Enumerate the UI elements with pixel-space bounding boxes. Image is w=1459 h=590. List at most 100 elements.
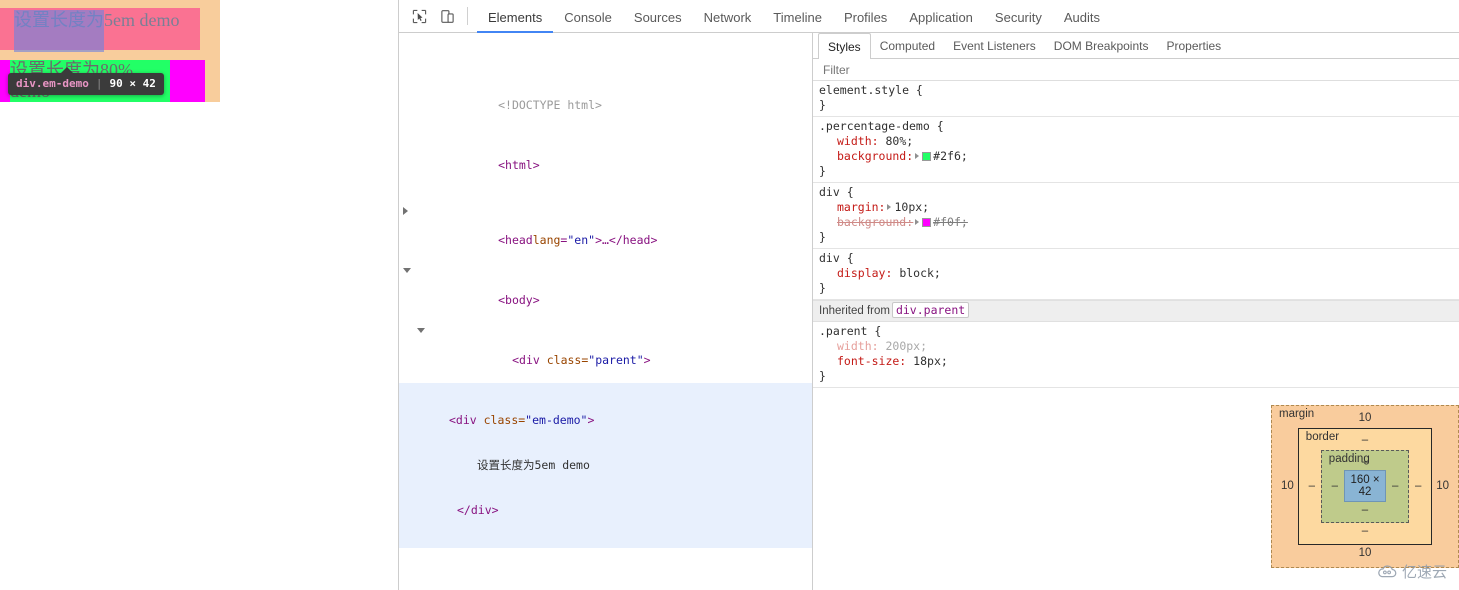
border-bottom-value[interactable]: – bbox=[1307, 523, 1423, 537]
device-toolbar-icon[interactable] bbox=[433, 3, 461, 29]
declaration-width-inherited[interactable]: width: 200px; bbox=[819, 339, 1459, 354]
css-rule-div-useragent[interactable]: div { display: block; } bbox=[813, 249, 1459, 300]
margin-right-value[interactable]: 10 bbox=[1436, 480, 1449, 492]
expand-triangle-icon[interactable] bbox=[915, 219, 920, 225]
dom-row-doctype[interactable]: <!DOCTYPE html> bbox=[399, 83, 812, 112]
padding-label: padding bbox=[1328, 453, 1370, 465]
prop-value: 18px; bbox=[906, 354, 948, 368]
rule-close-brace: } bbox=[819, 230, 826, 244]
inherited-from-header: Inherited from div.parent bbox=[813, 300, 1459, 322]
margin-left-value[interactable]: 10 bbox=[1281, 480, 1294, 492]
chevron-down-icon[interactable] bbox=[417, 328, 425, 333]
dom-row-html-open[interactable]: <html> bbox=[399, 143, 812, 172]
expand-triangle-icon[interactable] bbox=[915, 153, 920, 159]
tab-console[interactable]: Console bbox=[553, 1, 623, 33]
expand-triangle-icon[interactable] bbox=[887, 204, 892, 210]
devtools-tabs: Elements Console Sources Network Timelin… bbox=[477, 0, 1111, 33]
prop-value: #f0f; bbox=[933, 215, 968, 229]
watermark-text: 亿速云 bbox=[1401, 564, 1447, 581]
declaration-width[interactable]: width: 80%; bbox=[819, 134, 1459, 149]
tab-dom-breakpoints[interactable]: DOM Breakpoints bbox=[1045, 33, 1158, 58]
rule-close-brace: } bbox=[819, 98, 826, 112]
margin-bottom-value[interactable]: 10 bbox=[1281, 545, 1449, 559]
padding-right-value[interactable]: – bbox=[1390, 480, 1400, 492]
border-left-value[interactable]: – bbox=[1307, 480, 1317, 492]
prop-value: 80%; bbox=[878, 134, 914, 148]
chevron-right-icon[interactable] bbox=[403, 207, 408, 215]
tab-computed[interactable]: Computed bbox=[871, 33, 944, 58]
tab-properties[interactable]: Properties bbox=[1157, 33, 1230, 58]
em-close-tag: </div> bbox=[457, 503, 499, 517]
dom-row-head[interactable]: <headlang="en">…</head> bbox=[399, 203, 812, 247]
rule-close-brace: } bbox=[819, 369, 826, 383]
prop-value: block; bbox=[892, 266, 941, 280]
parent-class-attr: class= bbox=[546, 353, 589, 367]
css-rule-div-margin[interactable]: div { margin: 10px; background: #f0f; } bbox=[813, 183, 1459, 249]
padding-bottom-value[interactable]: – bbox=[1330, 502, 1400, 516]
highlight-dimensions: 90 × 42 bbox=[109, 77, 156, 90]
tab-network[interactable]: Network bbox=[693, 1, 763, 33]
prop-name: width: bbox=[837, 134, 879, 148]
declaration-background[interactable]: background: #2f6; bbox=[819, 149, 1459, 164]
declaration-background-overridden[interactable]: background: #f0f; bbox=[819, 215, 1459, 230]
devtools-panel: Elements Console Sources Network Timelin… bbox=[398, 0, 1459, 590]
styles-tabbar: Styles Computed Event Listeners DOM Brea… bbox=[813, 33, 1459, 59]
prop-value: 200px; bbox=[878, 339, 928, 353]
inherited-source-chip[interactable]: div.parent bbox=[891, 302, 970, 318]
head-lang-value: "en" bbox=[567, 233, 596, 247]
tab-audits[interactable]: Audits bbox=[1053, 1, 1111, 33]
border-right-value[interactable]: – bbox=[1413, 480, 1423, 492]
margin-label: margin bbox=[1279, 408, 1315, 420]
em-class-value: "em-demo" bbox=[525, 413, 588, 427]
declaration-display[interactable]: display: block; bbox=[819, 266, 1459, 281]
box-model-content[interactable]: 160 × 42 bbox=[1343, 470, 1387, 502]
tab-profiles[interactable]: Profiles bbox=[833, 1, 898, 33]
tab-sources[interactable]: Sources bbox=[623, 1, 693, 33]
tab-styles[interactable]: Styles bbox=[818, 33, 871, 59]
box-model-padding[interactable]: padding – – 160 × 42 – – bbox=[1320, 450, 1410, 523]
inherited-label: Inherited from bbox=[819, 305, 890, 317]
dom-tree-panel: <!DOCTYPE html> <html> <headlang="en">…<… bbox=[399, 33, 813, 590]
chevron-down-icon[interactable] bbox=[403, 268, 411, 273]
parent-open-tag: <div bbox=[512, 353, 547, 367]
declaration-font-size[interactable]: font-size: 18px; bbox=[819, 354, 1459, 369]
prop-name: font-size: bbox=[837, 354, 907, 368]
prop-value: #2f6; bbox=[933, 149, 968, 163]
styles-filter-bar bbox=[813, 59, 1459, 81]
page-viewport: 设置长度为80% demo 设置长度为5em demo div.em-demo … bbox=[0, 0, 398, 590]
padding-left-value[interactable]: – bbox=[1330, 480, 1340, 492]
tab-application[interactable]: Application bbox=[898, 1, 984, 33]
body-open-tag: <body> bbox=[498, 293, 540, 307]
em-demo-text-node: 设置长度为5em demo bbox=[477, 458, 590, 472]
em-open-tag: <div bbox=[449, 413, 484, 427]
rule-selector: .percentage-demo { bbox=[819, 119, 944, 133]
dom-row-em-demo[interactable]: <div class="em-demo"> 设置长度为5em demo </di… bbox=[399, 383, 812, 548]
inspect-cursor-icon[interactable] bbox=[405, 3, 433, 29]
color-swatch[interactable] bbox=[922, 218, 932, 227]
box-model-diagram: margin 10 10 border – – padding – – 160 … bbox=[1271, 405, 1459, 568]
head-open-tag: <head bbox=[498, 233, 533, 247]
css-rule-percentage-demo[interactable]: .percentage-demo { width: 80%; backgroun… bbox=[813, 117, 1459, 183]
css-rule-parent[interactable]: .parent { width: 200px; font-size: 18px;… bbox=[813, 322, 1459, 388]
dom-row-body-open[interactable]: <body> bbox=[399, 263, 812, 307]
tab-timeline[interactable]: Timeline bbox=[762, 1, 833, 33]
tab-event-listeners[interactable]: Event Listeners bbox=[944, 33, 1045, 58]
color-swatch[interactable] bbox=[922, 152, 932, 161]
rule-selector: element.style { bbox=[819, 83, 923, 97]
styles-filter-input[interactable] bbox=[821, 61, 1428, 78]
declaration-margin[interactable]: margin: 10px; bbox=[819, 200, 1459, 215]
box-model-margin[interactable]: margin 10 10 border – – padding – – 160 … bbox=[1271, 405, 1459, 568]
prop-name: margin: bbox=[837, 200, 886, 214]
prop-name: width: bbox=[837, 339, 879, 353]
watermark: 亿速云 bbox=[1376, 561, 1447, 582]
box-model-border[interactable]: border – – padding – – 160 × 42 – – – – bbox=[1297, 428, 1433, 545]
rule-selector: .parent { bbox=[819, 324, 882, 338]
dom-row-parent-open[interactable]: <div class="parent"> bbox=[399, 323, 812, 367]
css-rule-element-style[interactable]: element.style { } bbox=[813, 81, 1459, 117]
tab-security[interactable]: Security bbox=[984, 1, 1053, 33]
highlight-selector: div.em-demo bbox=[16, 77, 89, 90]
tab-elements[interactable]: Elements bbox=[477, 1, 554, 33]
parent-open-close-bracket: > bbox=[643, 353, 651, 367]
styles-panel: Styles Computed Event Listeners DOM Brea… bbox=[813, 33, 1459, 590]
border-label: border bbox=[1305, 431, 1340, 443]
